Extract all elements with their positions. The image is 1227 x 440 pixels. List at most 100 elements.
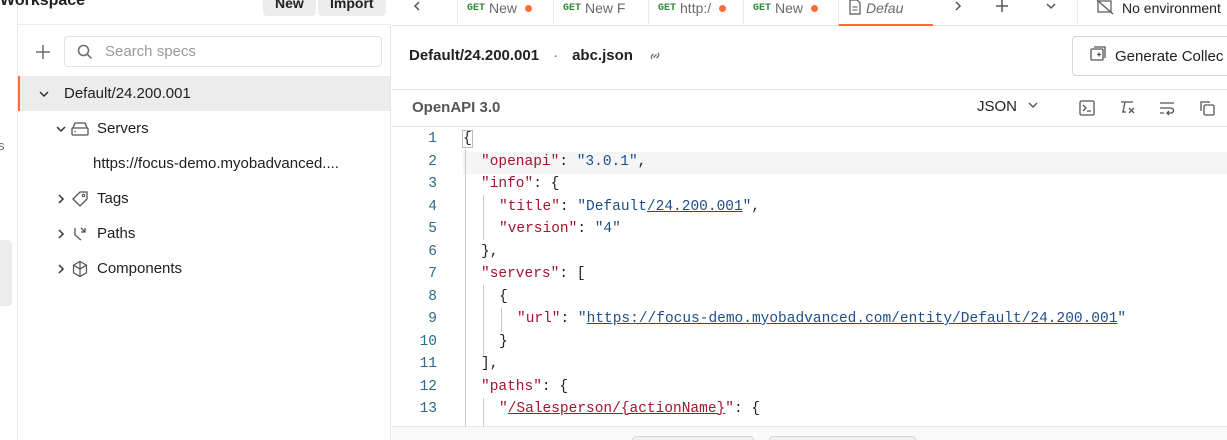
tag-icon [69, 190, 91, 208]
tab-label: New F [585, 0, 626, 16]
chevron-right-icon[interactable] [53, 226, 69, 242]
collection-add-icon [1089, 45, 1107, 67]
new-button[interactable]: New [263, 0, 316, 16]
chevron-right-icon[interactable] [53, 191, 69, 207]
tab-request[interactable]: GET http:/ [648, 0, 743, 24]
tree-item-label: Tags [97, 190, 129, 207]
brace: }, [481, 244, 499, 260]
line-number: 3 [428, 176, 437, 192]
tab-request[interactable]: GET New F [553, 0, 648, 24]
chevron-down-icon[interactable] [36, 86, 52, 102]
line-number: 1 [428, 131, 437, 147]
json-key: "openapi" [481, 154, 560, 170]
format-dropdown[interactable]: JSON [977, 98, 1039, 115]
rail-cropped-label: s [0, 138, 5, 153]
json-value-link[interactable]: /24.200.001 [647, 199, 743, 215]
clear-format-icon[interactable] [1116, 97, 1138, 119]
brace: { [499, 289, 508, 305]
line-number: 13 [419, 401, 437, 417]
header-separator: · [553, 47, 559, 64]
bottom-pill-button[interactable] [769, 436, 916, 440]
import-button[interactable]: Import [318, 0, 386, 16]
tab-request[interactable]: GET New [743, 0, 838, 24]
line-number: 7 [428, 266, 437, 282]
code-line: "title": "Default/24.200.001", [499, 199, 761, 215]
tree-item-label: Servers [97, 120, 149, 137]
indent-guide [465, 150, 466, 426]
line-number: 4 [428, 199, 437, 215]
line-number: 10 [419, 334, 437, 350]
indent-guide [483, 195, 484, 240]
tree-item-spec-root[interactable]: Default/24.200.001 [18, 76, 390, 111]
search-specs-input[interactable] [105, 43, 355, 60]
sidebar-divider [18, 24, 391, 25]
bracket: ], [481, 356, 499, 372]
add-spec-button[interactable] [31, 40, 55, 64]
json-key-link[interactable]: /Salesperson/{actionName} [508, 401, 726, 417]
json-value: "3.0.1" [576, 154, 638, 170]
no-environment-icon [1096, 0, 1114, 18]
spec-header: Default/24.200.001 · abc.json [409, 47, 663, 64]
spec-name: Default/24.200.001 [409, 47, 540, 64]
tree-item-label: Default/24.200.001 [64, 85, 191, 102]
environment-selector[interactable]: No environment [1077, 0, 1227, 24]
chevron-down-icon[interactable] [53, 121, 69, 137]
json-value: "Default [577, 199, 647, 215]
search-specs-field[interactable] [64, 36, 382, 67]
terminal-icon[interactable] [1076, 97, 1098, 119]
new-tab-plus-icon[interactable] [990, 0, 1014, 18]
plus-icon [36, 45, 50, 59]
json-key: "version" [499, 221, 578, 237]
code-line: { [462, 130, 473, 148]
wrap-lines-icon[interactable] [1156, 97, 1178, 119]
json-key: "info" [481, 176, 534, 192]
editor-toolbar [392, 89, 1227, 127]
json-key: "title" [499, 199, 560, 215]
chevron-right-icon[interactable] [946, 0, 970, 18]
generate-collection-button[interactable]: Generate Collec [1072, 36, 1227, 76]
tree-item-paths[interactable]: Paths [18, 216, 390, 251]
tree-item-tags[interactable]: Tags [18, 181, 390, 216]
code-line: }, [481, 244, 498, 260]
indent-guide [501, 308, 502, 332]
method-badge: GET [658, 2, 677, 14]
code-line: { [499, 289, 508, 305]
code-line: "servers": [ [481, 266, 586, 282]
document-icon [848, 0, 862, 18]
tab-request[interactable]: GET New [457, 0, 553, 24]
tab-spec-active[interactable]: Defau [838, 0, 933, 26]
chevron-right-icon[interactable] [53, 261, 69, 277]
code-line: "url": "https://focus-demo.myobadvanced.… [517, 311, 1127, 327]
tree-item-servers[interactable]: Servers [18, 111, 390, 146]
method-badge: GET [563, 2, 582, 14]
method-badge: GET [753, 2, 772, 14]
code-line: "info": { [481, 176, 560, 192]
code-line: } [499, 334, 508, 350]
tree-item-label: Paths [97, 225, 136, 242]
copy-icon[interactable] [1196, 97, 1218, 119]
line-number: 6 [428, 244, 437, 260]
file-name[interactable]: abc.json [572, 47, 633, 64]
method-badge: GET [467, 2, 486, 14]
chevron-down-icon[interactable] [1039, 0, 1063, 18]
tree-item-components[interactable]: Components [18, 251, 390, 286]
tree-item-label: Components [97, 260, 183, 277]
chevron-down-icon [1027, 98, 1039, 115]
unsaved-dot [525, 4, 533, 12]
search-icon [77, 44, 93, 59]
chevron-left-icon[interactable] [405, 0, 429, 18]
format-label: JSON [977, 98, 1018, 115]
paths-icon [69, 225, 91, 243]
line-number: 12 [419, 379, 437, 395]
left-rail: s [0, 0, 18, 440]
line-number: 8 [428, 289, 437, 305]
code-line: "openapi": "3.0.1", [481, 154, 647, 170]
tree-item-server-url[interactable]: https://focus-demo.myobadvanced.... [18, 146, 380, 181]
json-value-link[interactable]: https://focus-demo.myobadvanced.com/enti… [587, 311, 1118, 327]
rail-selected-item[interactable] [0, 240, 12, 306]
edit-pencil-icon[interactable] [647, 48, 663, 64]
json-key: "url" [517, 311, 561, 327]
json-key: "servers" [481, 266, 560, 282]
line-number: 9 [428, 311, 437, 327]
bottom-pill-button[interactable] [632, 436, 754, 440]
